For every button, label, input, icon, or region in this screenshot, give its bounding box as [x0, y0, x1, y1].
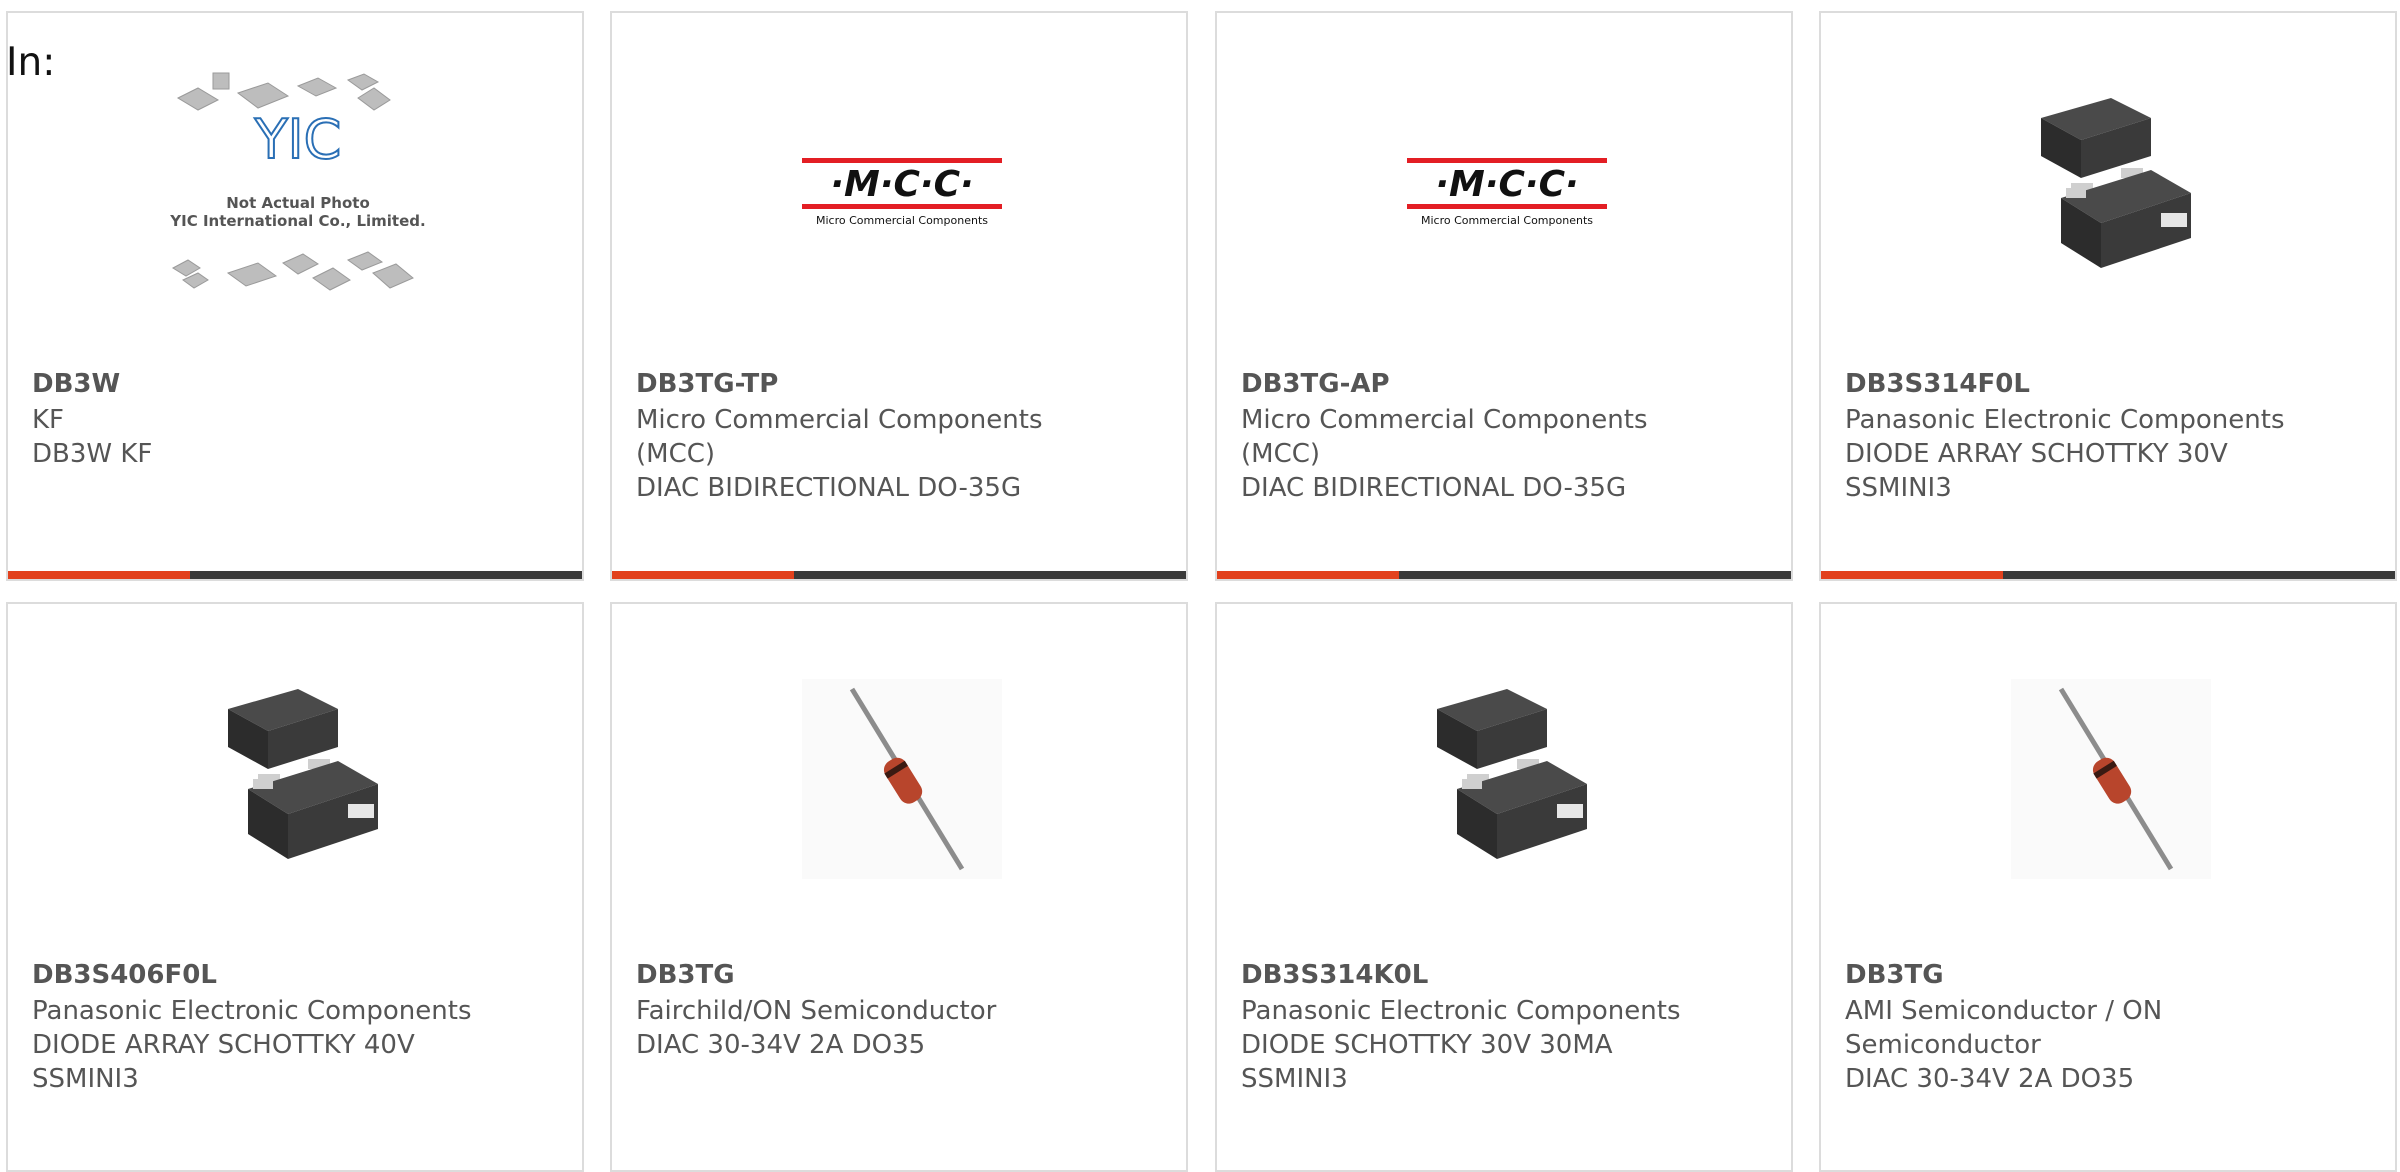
manufacturer: Micro Commercial Components (MCC) [636, 405, 1043, 469]
description: DIAC 30-34V 2A DO35 [1845, 1064, 2135, 1094]
card-footer-bar [8, 571, 582, 579]
card-footer-bar [1821, 571, 2395, 579]
card-footer-bar [1217, 571, 1791, 579]
svg-text:YIC International Co., Limited: YIC International Co., Limited. [169, 212, 425, 230]
part-number[interactable]: DB3TG-AP [1241, 369, 1390, 399]
description: DIODE ARRAY SCHOTTKY 30V SSMINI3 [1845, 439, 2228, 503]
part-number[interactable]: DB3TG-TP [636, 369, 778, 399]
part-number[interactable]: DB3W [32, 369, 120, 399]
svg-text:Micro Commercial Components: Micro Commercial Components [816, 214, 988, 227]
part-number[interactable]: DB3TG [636, 960, 735, 990]
product-card[interactable]: DB3TG AMI Semiconductor / ON Semiconduct… [1819, 602, 2397, 1172]
product-card[interactable]: DB3S314F0L Panasonic Electronic Componen… [1819, 11, 2397, 581]
product-card[interactable]: DB3TG Fairchild/ON Semiconductor DIAC 30… [610, 602, 1188, 1172]
part-number[interactable]: DB3TG [1845, 960, 1944, 990]
mcc-logo: ·M·C·C· Micro Commercial Components [1367, 83, 1647, 293]
manufacturer: KF [32, 405, 65, 435]
product-card[interactable]: DB3S406F0L Panasonic Electronic Componen… [6, 602, 584, 1172]
manufacturer: Panasonic Electronic Components [1845, 405, 2285, 435]
svg-text:·M·C·C·: ·M·C·C· [830, 164, 973, 205]
filter-label: In: [6, 40, 56, 85]
part-number[interactable]: DB3S314F0L [1845, 369, 2030, 399]
axial-diode-image [762, 674, 1042, 884]
product-card[interactable]: YIC Not Actual Photo YIC International C… [6, 11, 584, 581]
product-image-placeholder: YIC Not Actual Photo YIC International C… [158, 72, 438, 293]
manufacturer: AMI Semiconductor / ON Semiconductor [1845, 996, 2163, 1060]
description: DIAC BIDIRECTIONAL DO-35G [1241, 473, 1627, 503]
card-footer-bar [612, 571, 1186, 579]
description: DIAC BIDIRECTIONAL DO-35G [636, 473, 1022, 503]
product-card[interactable]: ·M·C·C· Micro Commercial Components DB3T… [610, 11, 1188, 581]
manufacturer: Panasonic Electronic Components [1241, 996, 1681, 1026]
description: DIODE ARRAY SCHOTTKY 40V SSMINI3 [32, 1030, 415, 1094]
product-card[interactable]: ·M·C·C· Micro Commercial Components DB3T… [1215, 11, 1793, 581]
part-number[interactable]: DB3S406F0L [32, 960, 217, 990]
manufacturer: Micro Commercial Components (MCC) [1241, 405, 1648, 469]
mcc-logo: ·M·C·C· Micro Commercial Components [762, 83, 1042, 293]
sot-package-image [1367, 674, 1647, 884]
svg-text:·M·C·C·: ·M·C·C· [1435, 164, 1578, 205]
axial-diode-image [1971, 674, 2251, 884]
description: DIODE SCHOTTKY 30V 30MA SSMINI3 [1241, 1030, 1613, 1094]
yic-logo: YIC [254, 108, 342, 171]
manufacturer: Panasonic Electronic Components [32, 996, 472, 1026]
svg-text:Micro Commercial Components: Micro Commercial Components [1421, 214, 1593, 227]
sot-package-image [158, 674, 438, 884]
svg-text:Not Actual Photo: Not Actual Photo [226, 194, 370, 212]
part-number[interactable]: DB3S314K0L [1241, 960, 1428, 990]
manufacturer: Fairchild/ON Semiconductor [636, 996, 997, 1026]
sot-package-image [1971, 83, 2251, 293]
description: DB3W KF [32, 439, 153, 469]
product-card[interactable]: DB3S314K0L Panasonic Electronic Componen… [1215, 602, 1793, 1172]
description: DIAC 30-34V 2A DO35 [636, 1030, 926, 1060]
